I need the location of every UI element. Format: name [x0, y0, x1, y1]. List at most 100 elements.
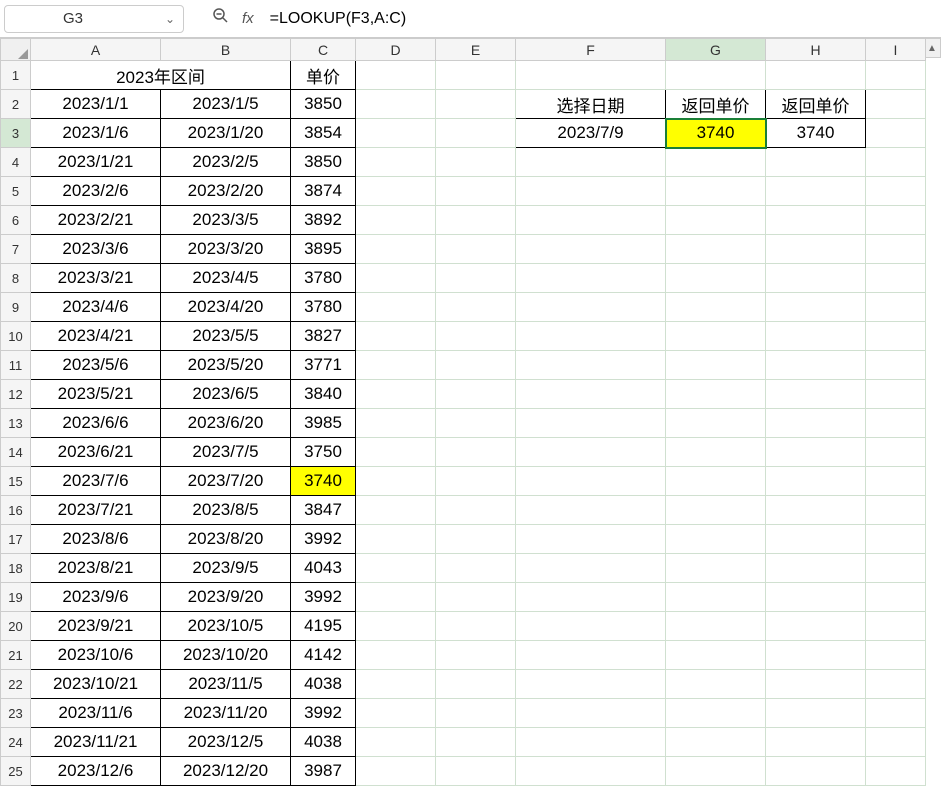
cell[interactable] [666, 409, 766, 438]
cell[interactable] [436, 264, 516, 293]
cell-end-date[interactable]: 2023/7/20 [161, 467, 291, 496]
cell[interactable] [666, 728, 766, 757]
cell[interactable] [766, 380, 866, 409]
cell-start-date[interactable]: 2023/1/21 [31, 148, 161, 177]
row-header-13[interactable]: 13 [1, 409, 31, 438]
header-select-date[interactable]: 选择日期 [516, 90, 666, 119]
row-header-9[interactable]: 9 [1, 293, 31, 322]
column-header-H[interactable]: H [766, 39, 866, 61]
cell-end-date[interactable]: 2023/9/20 [161, 583, 291, 612]
cell[interactable] [356, 757, 436, 786]
cell-price[interactable]: 4142 [291, 641, 356, 670]
cell-end-date[interactable]: 2023/4/5 [161, 264, 291, 293]
cell[interactable] [866, 612, 926, 641]
row-header-17[interactable]: 17 [1, 525, 31, 554]
cell-start-date[interactable]: 2023/11/6 [31, 699, 161, 728]
cell[interactable] [356, 264, 436, 293]
cell-price[interactable]: 3780 [291, 293, 356, 322]
cell[interactable] [516, 351, 666, 380]
cell-price[interactable]: 4038 [291, 670, 356, 699]
column-header-I[interactable]: I [866, 39, 926, 61]
cell-price[interactable]: 3850 [291, 148, 356, 177]
column-header-B[interactable]: B [161, 39, 291, 61]
cell[interactable] [356, 583, 436, 612]
cell[interactable] [866, 757, 926, 786]
cell[interactable] [356, 496, 436, 525]
cell[interactable] [866, 90, 926, 119]
cell[interactable] [766, 641, 866, 670]
cell-end-date[interactable]: 2023/11/20 [161, 699, 291, 728]
cell[interactable] [866, 206, 926, 235]
cell-end-date[interactable]: 2023/12/5 [161, 728, 291, 757]
row-header-3[interactable]: 3 [1, 119, 31, 148]
chevron-down-icon[interactable]: ⌄ [165, 12, 175, 26]
cell-price[interactable]: 4195 [291, 612, 356, 641]
cell[interactable] [436, 61, 516, 90]
cell-price[interactable]: 4043 [291, 554, 356, 583]
cell-start-date[interactable]: 2023/9/6 [31, 583, 161, 612]
cell[interactable] [666, 351, 766, 380]
row-header-6[interactable]: 6 [1, 206, 31, 235]
cell-return-price-2[interactable]: 3740 [766, 119, 866, 148]
cell[interactable] [356, 293, 436, 322]
cell-return-price-1[interactable]: 3740 [666, 119, 766, 148]
cell-start-date[interactable]: 2023/6/6 [31, 409, 161, 438]
cell[interactable] [666, 206, 766, 235]
cell[interactable] [516, 380, 666, 409]
cell[interactable] [356, 525, 436, 554]
row-header-11[interactable]: 11 [1, 351, 31, 380]
cell[interactable] [436, 148, 516, 177]
cell-start-date[interactable]: 2023/7/21 [31, 496, 161, 525]
cell[interactable] [356, 380, 436, 409]
cell-start-date[interactable]: 2023/7/6 [31, 467, 161, 496]
cell[interactable] [666, 467, 766, 496]
cell-price[interactable]: 3992 [291, 525, 356, 554]
cell[interactable] [516, 467, 666, 496]
cell[interactable] [766, 554, 866, 583]
cell[interactable] [436, 90, 516, 119]
cell[interactable] [766, 177, 866, 206]
column-header-F[interactable]: F [516, 39, 666, 61]
cell-price[interactable]: 4038 [291, 728, 356, 757]
cell[interactable] [516, 728, 666, 757]
row-header-8[interactable]: 8 [1, 264, 31, 293]
row-header-23[interactable]: 23 [1, 699, 31, 728]
cell-select-date[interactable]: 2023/7/9 [516, 119, 666, 148]
column-header-A[interactable]: A [31, 39, 161, 61]
cell[interactable] [666, 641, 766, 670]
cell[interactable] [516, 61, 666, 90]
cell[interactable] [766, 351, 866, 380]
cell-end-date[interactable]: 2023/8/20 [161, 525, 291, 554]
cell-end-date[interactable]: 2023/6/5 [161, 380, 291, 409]
cell[interactable] [516, 670, 666, 699]
cell[interactable] [866, 728, 926, 757]
cell-end-date[interactable]: 2023/9/5 [161, 554, 291, 583]
cell[interactable] [436, 496, 516, 525]
column-header-C[interactable]: C [291, 39, 356, 61]
cell[interactable] [666, 670, 766, 699]
column-header-E[interactable]: E [436, 39, 516, 61]
cell[interactable] [436, 351, 516, 380]
cell[interactable] [766, 206, 866, 235]
cell[interactable] [436, 235, 516, 264]
cell-end-date[interactable]: 2023/1/20 [161, 119, 291, 148]
cell-start-date[interactable]: 2023/8/21 [31, 554, 161, 583]
cell[interactable] [356, 409, 436, 438]
cell-price[interactable]: 3771 [291, 351, 356, 380]
cell[interactable] [356, 351, 436, 380]
cell[interactable] [866, 641, 926, 670]
cell[interactable] [516, 409, 666, 438]
cell[interactable] [436, 177, 516, 206]
cell[interactable] [436, 293, 516, 322]
cell[interactable] [666, 525, 766, 554]
cell[interactable] [866, 438, 926, 467]
cell[interactable] [356, 554, 436, 583]
header-date-range[interactable]: 2023年区间 [31, 61, 291, 90]
cell[interactable] [356, 322, 436, 351]
cell-end-date[interactable]: 2023/8/5 [161, 496, 291, 525]
cell[interactable] [666, 554, 766, 583]
cell[interactable] [516, 496, 666, 525]
cell[interactable] [516, 699, 666, 728]
cell-price[interactable]: 3874 [291, 177, 356, 206]
cell-start-date[interactable]: 2023/3/6 [31, 235, 161, 264]
